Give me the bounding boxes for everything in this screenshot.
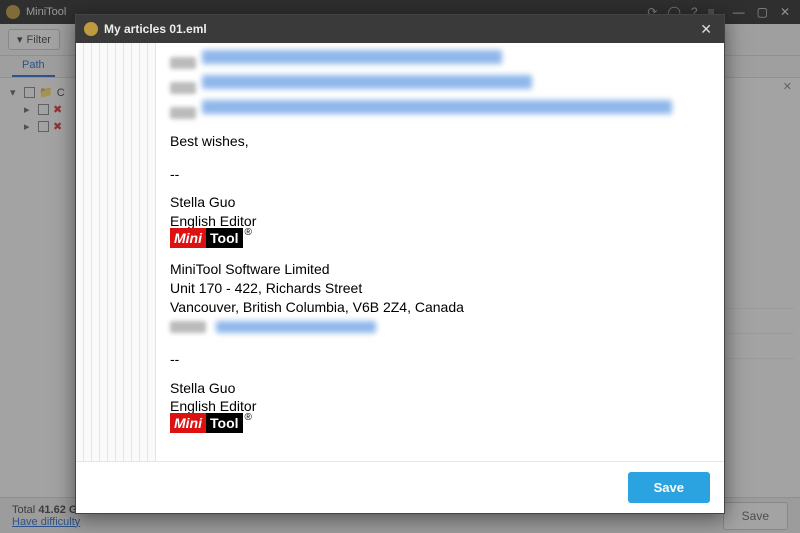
- redacted-label: [170, 57, 196, 69]
- logo-red-part: Mini: [170, 228, 206, 248]
- sender-name: Stella Guo: [170, 379, 708, 398]
- modal-footer: Save: [76, 461, 724, 513]
- redacted-label: [170, 82, 196, 94]
- redacted-email: [216, 321, 376, 333]
- logo-black-part: Tool: [206, 228, 243, 248]
- registered-mark: ®: [245, 227, 252, 238]
- redacted-label: [170, 107, 196, 119]
- line-gutter: [76, 43, 156, 461]
- minitool-logo: MiniTool®: [170, 416, 250, 431]
- redacted-link: [202, 75, 532, 89]
- logo-black-part: Tool: [206, 413, 243, 433]
- redacted-link: [202, 50, 502, 64]
- modal-body[interactable]: Best wishes, -- Stella Guo English Edito…: [76, 43, 724, 461]
- company-name: MiniTool Software Limited: [170, 260, 708, 279]
- sender-name: Stella Guo: [170, 193, 708, 212]
- separator-text: --: [170, 350, 708, 369]
- address-line-2: Vancouver, British Columbia, V6B 2Z4, Ca…: [170, 298, 708, 317]
- modal-app-icon: [84, 22, 98, 36]
- redacted-link: [202, 100, 672, 114]
- separator-text: --: [170, 165, 708, 184]
- email-content: Best wishes, -- Stella Guo English Edito…: [156, 43, 724, 461]
- closing-text: Best wishes,: [170, 132, 708, 151]
- registered-mark: ®: [245, 412, 252, 423]
- address-line-1: Unit 170 - 422, Richards Street: [170, 279, 708, 298]
- preview-modal: My articles 01.eml ✕ Best wishes, -- Ste…: [75, 14, 725, 514]
- save-button[interactable]: Save: [628, 472, 710, 503]
- logo-red-part: Mini: [170, 413, 206, 433]
- redacted-label: [170, 321, 206, 333]
- minitool-logo: MiniTool®: [170, 231, 250, 246]
- close-icon[interactable]: ✕: [696, 21, 716, 38]
- modal-overlay: My articles 01.eml ✕ Best wishes, -- Ste…: [0, 0, 800, 533]
- modal-titlebar: My articles 01.eml ✕: [76, 15, 724, 43]
- modal-title-text: My articles 01.eml: [104, 22, 696, 36]
